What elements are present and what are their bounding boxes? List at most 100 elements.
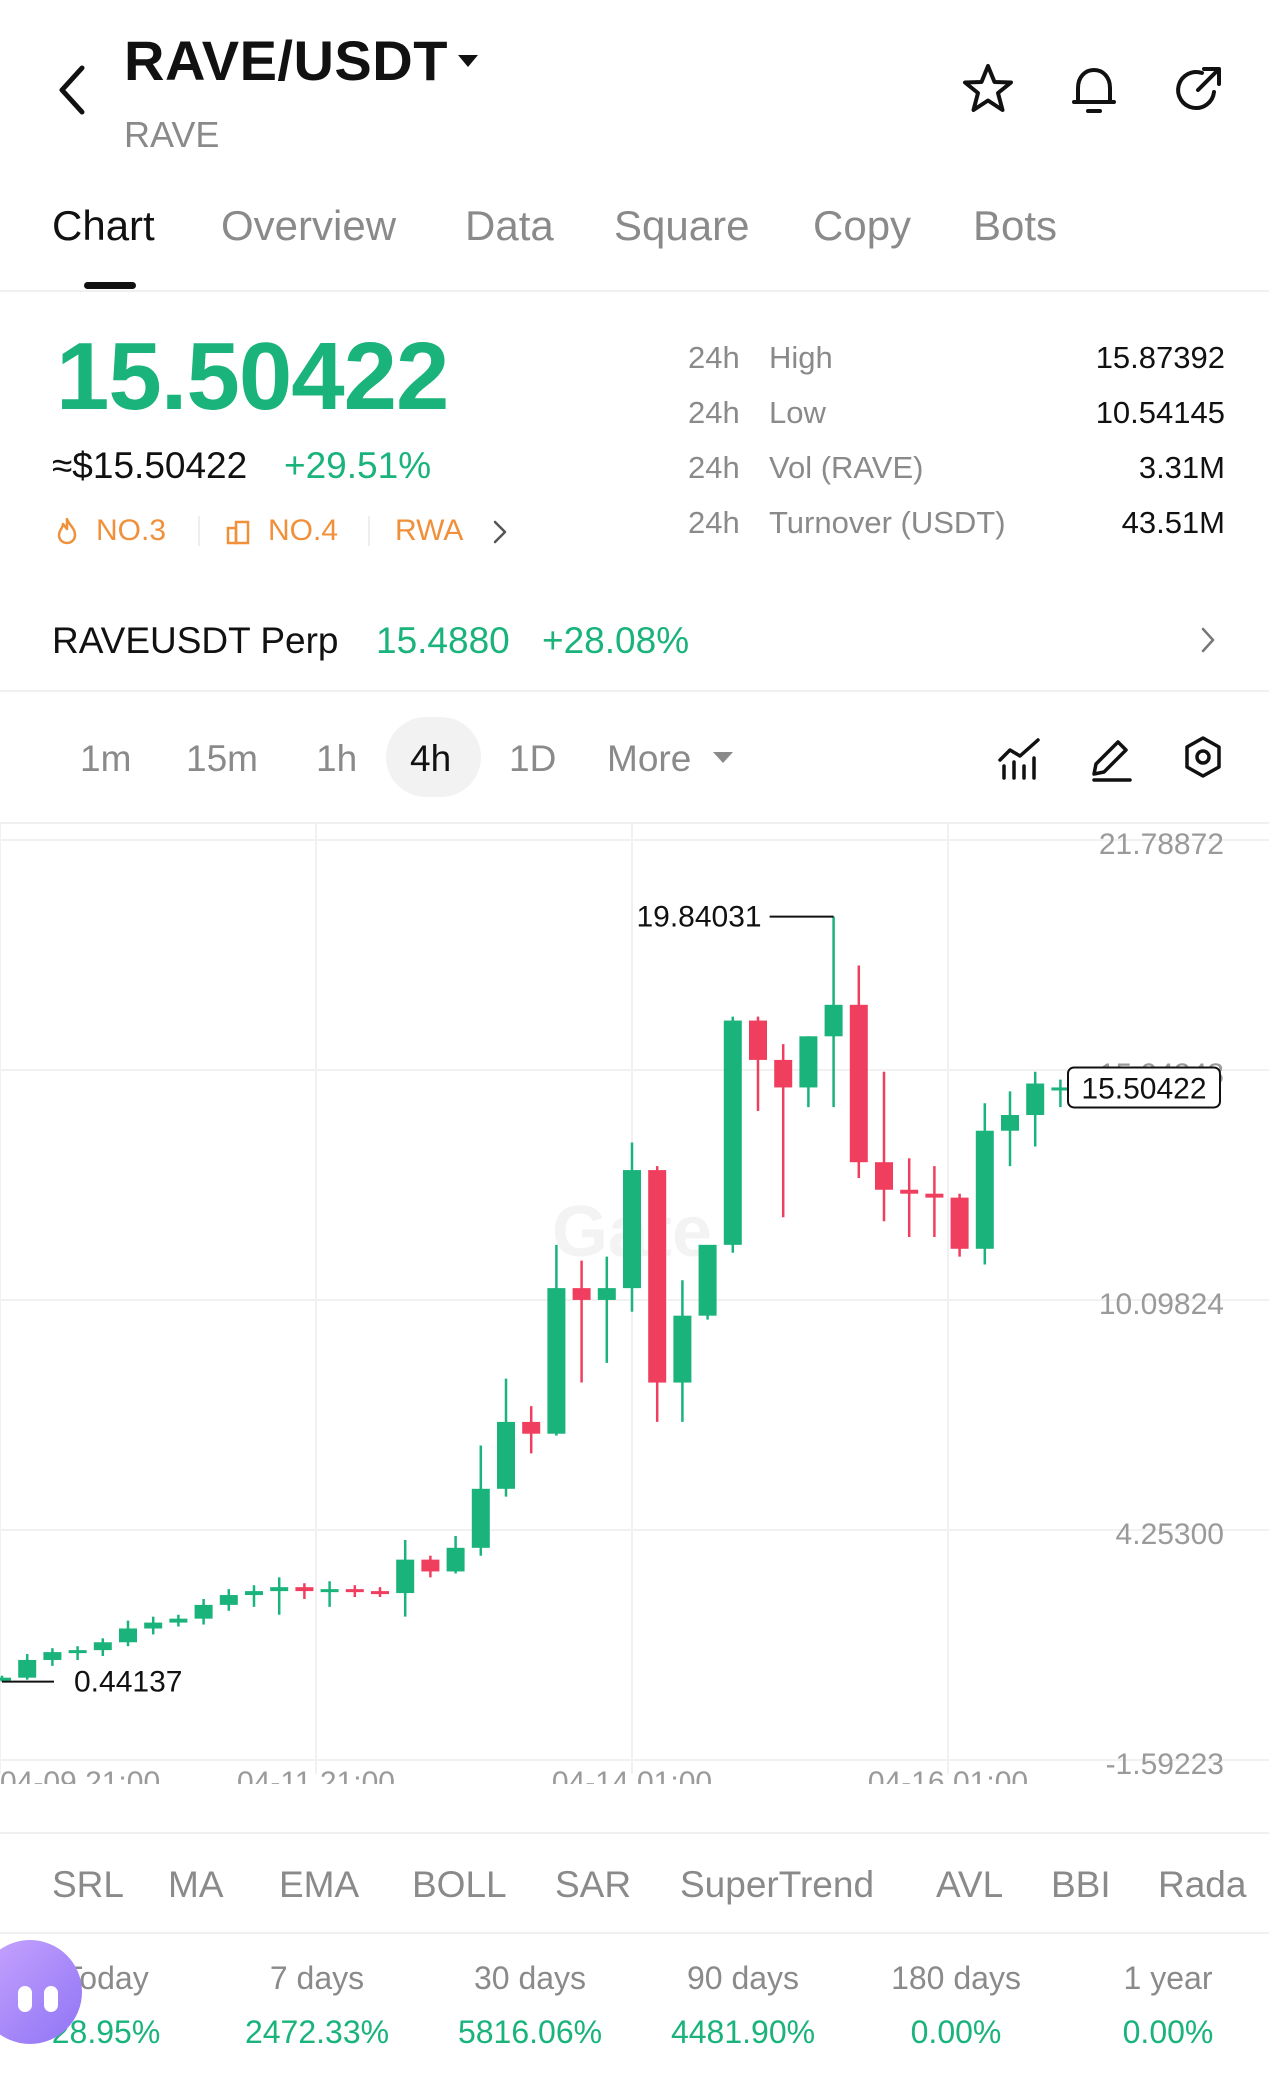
stat-low-label: Low (769, 395, 826, 430)
indicator-avl[interactable]: AVL (936, 1864, 1003, 1906)
candle-body (371, 1591, 389, 1595)
candle-body (749, 1020, 767, 1060)
pair-dropdown-caret-icon[interactable] (458, 55, 478, 67)
divider (0, 690, 1269, 692)
candle-body (396, 1559, 415, 1594)
candle-body (43, 1652, 62, 1660)
tab-copy[interactable]: Copy (813, 202, 911, 250)
candle-body (446, 1547, 465, 1572)
candle-body (900, 1189, 919, 1194)
draw-pen-icon[interactable] (1086, 730, 1136, 786)
assistant-eye-icon (18, 1986, 32, 2012)
tab-overview[interactable]: Overview (221, 202, 396, 250)
candle-body (18, 1659, 37, 1678)
interval-15m[interactable]: 15m (186, 738, 258, 780)
candlestick-chart[interactable]: 21.7887215.9434810.098244.25300-1.592230… (0, 824, 1269, 1784)
candle-body (1026, 1083, 1045, 1115)
perp-name[interactable]: RAVEUSDT Perp (52, 620, 339, 662)
tag-gainer-rank[interactable]: NO.4 (268, 514, 338, 548)
tab-chart[interactable]: Chart (52, 202, 155, 250)
perp-change: +28.08% (542, 620, 690, 661)
flame-icon (57, 517, 77, 545)
candle-body (723, 1020, 742, 1245)
divider (0, 290, 1269, 292)
y-tick-label: 21.78872 (1099, 828, 1224, 861)
tab-bots[interactable]: Bots (973, 202, 1057, 250)
candle-body (144, 1622, 163, 1629)
indicator-ma[interactable]: MA (168, 1864, 224, 1906)
interval-1h[interactable]: 1h (316, 738, 357, 780)
stat-high-value: 15.87392 (1095, 340, 1225, 375)
perf-1y-label: 1 year (1123, 1960, 1213, 1996)
perf-90d-value: 4481.90% (670, 2014, 816, 2050)
stat-turnover-label: Turnover (USDT) (769, 505, 1006, 540)
candle-body (824, 1004, 843, 1037)
stat-volume-value: 3.31M (1138, 450, 1225, 485)
candle-body (623, 1170, 641, 1289)
candle-body (799, 1036, 818, 1088)
candle-body (547, 1288, 566, 1434)
candle-body (774, 1059, 793, 1088)
candle-body (648, 1170, 667, 1383)
chevron-right-icon[interactable] (490, 518, 510, 546)
candle-body (119, 1628, 137, 1643)
candle-body (93, 1642, 112, 1651)
perf-30d-value: 5816.06% (457, 2014, 603, 2050)
tag-hot-rank[interactable]: NO.3 (96, 514, 166, 548)
indicator-supertrend[interactable]: SuperTrend (680, 1864, 874, 1906)
candle-body (421, 1559, 440, 1572)
divider (0, 1832, 1269, 1834)
indicator-boll[interactable]: BOLL (412, 1864, 507, 1906)
candle-body (320, 1589, 339, 1593)
candle-body (572, 1288, 591, 1300)
y-tick-label: 10.09824 (1099, 1288, 1224, 1321)
tab-square[interactable]: Square (614, 202, 749, 250)
assistant-eye-icon (44, 1986, 58, 2012)
max-price-label: 19.84031 (636, 901, 761, 934)
indicator-srl[interactable]: SRL (52, 1864, 124, 1906)
rank-icon (226, 520, 250, 545)
caret-down-icon[interactable] (713, 752, 733, 763)
perf-1y-value: 0.00% (1122, 2014, 1214, 2050)
stat-high-label: High (769, 340, 833, 375)
tab-data[interactable]: Data (465, 202, 554, 250)
tab-active-indicator (84, 282, 136, 289)
usd-price: ≈$15.50422 (52, 445, 248, 486)
indicator-icon[interactable] (994, 730, 1044, 786)
chevron-right-icon[interactable] (1198, 624, 1218, 656)
change-percent: +29.51% (284, 445, 432, 486)
share-icon[interactable] (1168, 60, 1228, 120)
interval-1m[interactable]: 1m (80, 738, 131, 780)
candle-body (497, 1421, 515, 1489)
tag-sector[interactable]: RWA (395, 514, 463, 548)
indicator-radar[interactable]: Rada (1158, 1864, 1246, 1906)
interval-1d[interactable]: 1D (509, 738, 556, 780)
x-tick-label: 04-09 21:00 (0, 1766, 160, 1784)
stat-turnover-value: 43.51M (1121, 505, 1225, 540)
bell-icon[interactable] (1064, 60, 1124, 120)
candle-body (925, 1193, 944, 1198)
candle-body (522, 1421, 541, 1434)
last-price-label: 15.50422 (1081, 1072, 1206, 1105)
settings-icon[interactable] (1178, 730, 1228, 786)
stat-low-value: 10.54145 (1095, 395, 1225, 430)
candle-body (295, 1587, 314, 1592)
candle-body (673, 1315, 692, 1383)
indicator-sar[interactable]: SAR (555, 1864, 631, 1906)
stat-volume-label: Vol (RAVE) (769, 450, 924, 485)
candle-body (169, 1618, 188, 1623)
candle-body (875, 1162, 893, 1190)
candle-body (270, 1587, 289, 1592)
indicator-bbi[interactable]: BBI (1051, 1864, 1111, 1906)
interval-more[interactable]: More (607, 738, 691, 780)
back-arrow-icon[interactable] (52, 60, 92, 120)
perf-30d-label: 30 days (473, 1960, 587, 1996)
candle-body (0, 1677, 11, 1681)
candle-body (950, 1197, 969, 1249)
candle-body (1001, 1114, 1019, 1131)
stat-volume-period: 24h (688, 450, 740, 485)
indicator-ema[interactable]: EMA (279, 1864, 359, 1906)
interval-4h[interactable]: 4h (410, 738, 451, 780)
star-icon[interactable] (958, 60, 1018, 120)
pair-title[interactable]: RAVE/USDT (124, 28, 448, 93)
